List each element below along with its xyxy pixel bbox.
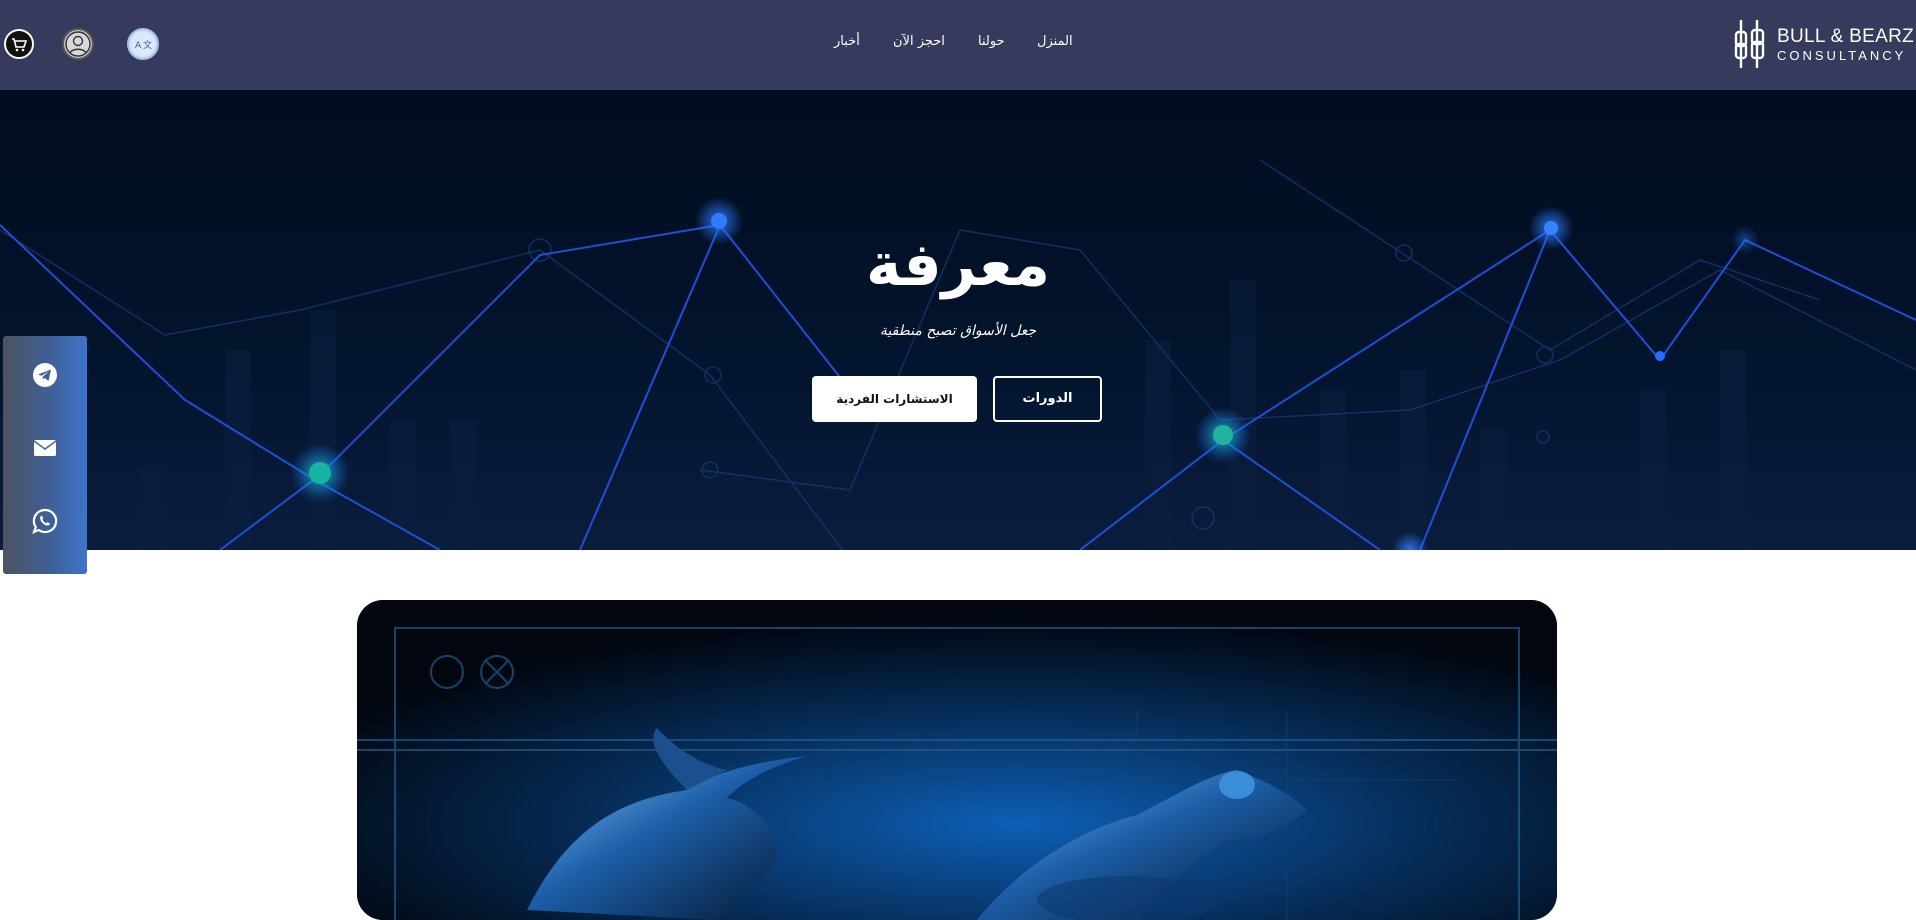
hero-section: معرفة جعل الأسواق تصبح منطقية الدورات ال… xyxy=(0,90,1916,550)
nav-home[interactable]: المنزل xyxy=(1037,34,1073,49)
telegram-link[interactable] xyxy=(30,360,60,390)
email-link[interactable] xyxy=(30,433,60,463)
bull-bear-banner-image xyxy=(357,600,1557,920)
courses-button[interactable]: الدورات xyxy=(993,376,1102,422)
nav-news[interactable]: أخبار xyxy=(834,34,860,49)
email-icon xyxy=(33,440,57,456)
hero-subtitle: جعل الأسواق تصبح منطقية xyxy=(879,323,1037,339)
brand-name: BULL & BEARZ xyxy=(1777,26,1914,47)
main-nav: المنزل حولنا احجز الآن أخبار xyxy=(0,34,1916,56)
whatsapp-link[interactable] xyxy=(30,506,60,536)
top-header: A 文 المنزل حولنا احجز الآن أخبار BULL & … xyxy=(0,0,1916,90)
hero-background-chart-graphic xyxy=(0,159,1916,550)
social-links-panel xyxy=(3,336,87,574)
bull-bear-illustration xyxy=(357,600,1557,920)
whatsapp-icon xyxy=(32,508,58,534)
consultations-button[interactable]: الاستشارات الفردية xyxy=(812,376,977,422)
telegram-icon xyxy=(33,363,57,387)
nav-book-now[interactable]: احجز الآن xyxy=(893,34,945,49)
brand-logo[interactable]: BULL & BEARZ CONSULTANCY xyxy=(1732,18,1914,70)
hero-title: معرفة xyxy=(865,230,1050,300)
brand-tagline: CONSULTANCY xyxy=(1777,48,1907,63)
logo-mark-icon xyxy=(1734,20,1765,68)
nav-about[interactable]: حولنا xyxy=(978,34,1005,49)
